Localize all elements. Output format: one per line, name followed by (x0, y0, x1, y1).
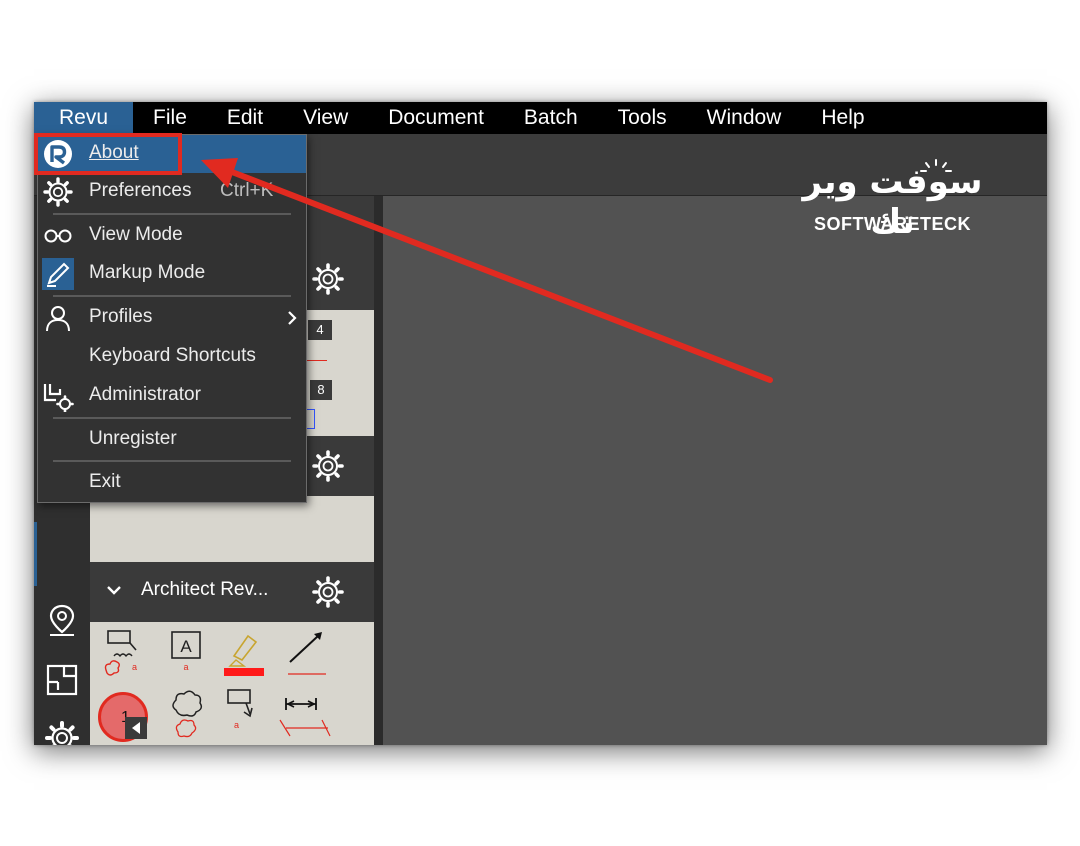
callout-tool-icon[interactable]: a (222, 688, 262, 734)
tool-mini-label: a (183, 662, 188, 672)
menu-item-preferences[interactable]: Preferences Ctrl+K (38, 173, 306, 211)
menu-separator (53, 213, 291, 215)
profiles-label: Profiles (89, 306, 153, 327)
menu-item-administrator[interactable]: Administrator (38, 377, 306, 415)
document-canvas[interactable] (383, 196, 1047, 745)
admin-gear-icon (43, 384, 74, 412)
tool-mini-label: a (234, 720, 239, 730)
menu-item-markup-mode[interactable]: Markup Mode (38, 255, 306, 293)
pencil-icon (42, 258, 74, 290)
panel-splitter[interactable] (374, 196, 383, 745)
glasses-icon (44, 229, 72, 243)
watermark-logo: سوفت وير تك SOFTWARETECK (790, 158, 995, 242)
menu-file[interactable]: File (133, 102, 207, 134)
stamp-label: A (180, 637, 192, 656)
menu-window[interactable]: Window (687, 102, 802, 134)
keyboard-shortcuts-label: Keyboard Shortcuts (89, 345, 256, 366)
menu-item-keyboard-shortcuts[interactable]: Keyboard Shortcuts (38, 338, 306, 376)
menu-document[interactable]: Document (368, 102, 504, 134)
dimension-tool-icon[interactable] (276, 692, 332, 742)
preferences-shortcut: Ctrl+K (220, 180, 274, 201)
callout-cloud-tool-icon[interactable]: a (102, 628, 146, 678)
count-badge: 8 (310, 380, 332, 400)
tool-set-2 (90, 496, 374, 562)
gear-icon[interactable] (311, 575, 345, 609)
chevron-right-icon (288, 311, 297, 325)
watermark-latin: SOFTWARETECK (814, 214, 971, 234)
user-icon (46, 306, 70, 332)
tool-mini-label: a (132, 662, 137, 672)
count-tool-button[interactable]: 1 (98, 692, 148, 742)
play-left-icon (132, 722, 140, 734)
menu-separator (53, 417, 291, 419)
gear-icon[interactable] (311, 262, 345, 296)
active-tab-indicator (34, 522, 37, 586)
map-pin-icon[interactable] (44, 602, 80, 638)
section-title: Architect Rev... (141, 579, 269, 600)
exit-label: Exit (89, 471, 121, 492)
gear-icon[interactable] (311, 449, 345, 483)
count-badge: 4 (308, 320, 332, 340)
gear-icon (43, 177, 73, 207)
chevron-down-icon[interactable] (106, 584, 122, 596)
menu-separator (53, 295, 291, 297)
menu-item-view-mode[interactable]: View Mode (38, 217, 306, 255)
highlighter-tool-icon[interactable] (222, 626, 266, 678)
text-box-tool-icon[interactable]: A a (168, 630, 204, 674)
menu-separator (53, 460, 291, 462)
menu-bar: Revu File Edit View Document Batch Tools… (34, 102, 1047, 134)
menu-revu[interactable]: Revu (34, 102, 134, 134)
menu-item-unregister[interactable]: Unregister (38, 421, 306, 459)
floor-plan-icon[interactable] (44, 662, 80, 698)
menu-item-profiles[interactable]: Profiles (38, 299, 306, 337)
annotation-highlight-box (34, 133, 182, 175)
architect-tool-set: a A a 1 (90, 622, 374, 745)
administrator-label: Administrator (89, 384, 201, 405)
preferences-label: Preferences (89, 180, 192, 201)
panel-header-architect[interactable]: Architect Rev... (90, 562, 374, 622)
cloud-tool-icon[interactable] (166, 688, 206, 742)
submenu-toggle[interactable] (125, 717, 147, 739)
view-mode-label: View Mode (89, 224, 183, 245)
menu-tools[interactable]: Tools (598, 102, 687, 134)
menu-edit[interactable]: Edit (207, 102, 283, 134)
menu-batch[interactable]: Batch (504, 102, 598, 134)
settings-gear-icon[interactable] (44, 720, 80, 745)
menu-help[interactable]: Help (801, 102, 884, 134)
revu-dropdown-menu: About Preferences Ctrl+K View Mode Marku (37, 134, 307, 503)
markup-mode-label: Markup Mode (89, 262, 206, 283)
arrow-tool-icon[interactable] (284, 628, 330, 676)
menu-item-exit[interactable]: Exit (38, 464, 306, 502)
menu-view[interactable]: View (283, 102, 368, 134)
unregister-label: Unregister (89, 428, 177, 449)
